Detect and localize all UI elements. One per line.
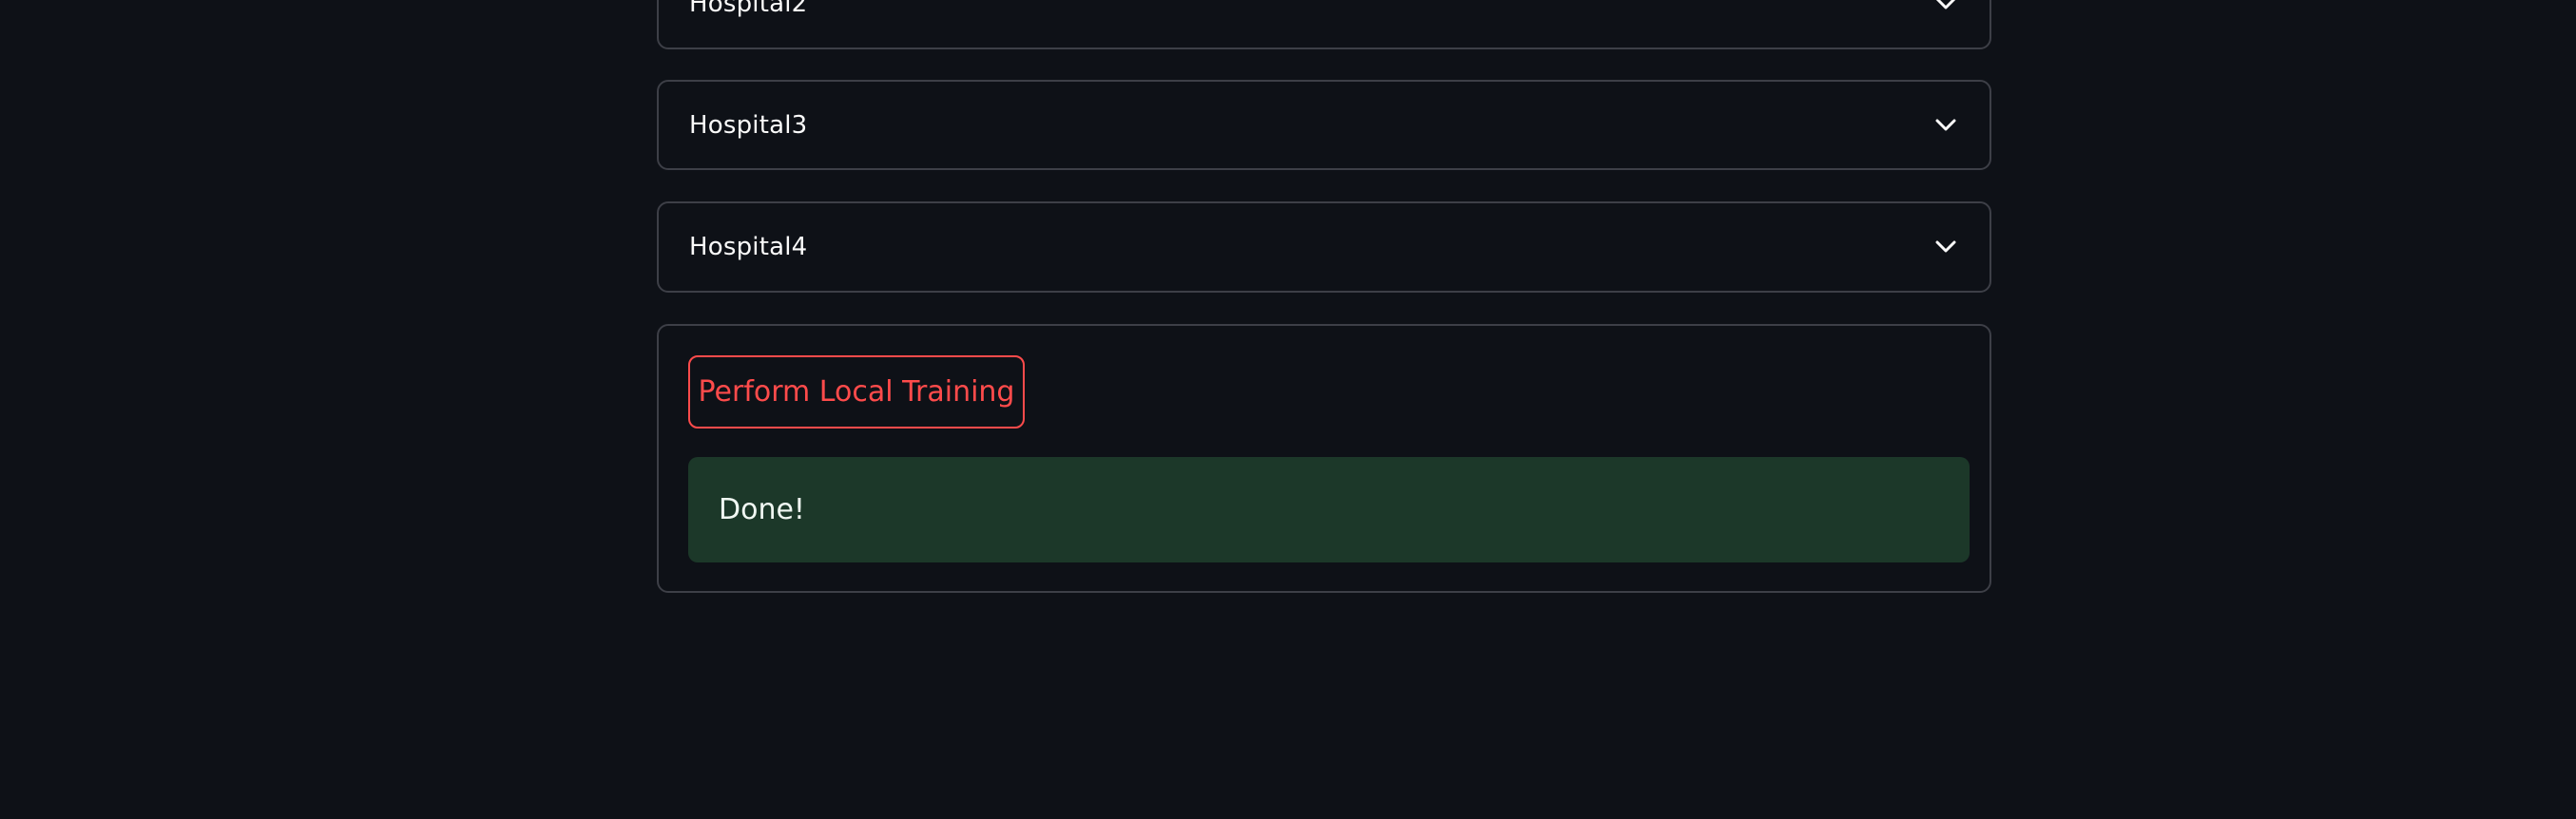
chevron-down-icon xyxy=(1934,0,1957,15)
training-container: Perform Local Training Done! xyxy=(657,324,1991,593)
expander-hospital4[interactable]: Hospital4 xyxy=(657,201,1991,293)
expander-label: Hospital3 xyxy=(689,110,808,140)
perform-local-training-button[interactable]: Perform Local Training xyxy=(688,355,1025,429)
success-alert: Done! xyxy=(688,457,1970,562)
status-message: Done! xyxy=(719,493,805,526)
expander-hospital2[interactable]: Hospital2 xyxy=(657,0,1991,49)
expander-label: Hospital4 xyxy=(689,233,808,261)
expander-hospital3[interactable]: Hospital3 xyxy=(657,80,1991,170)
chevron-down-icon xyxy=(1934,114,1957,137)
expander-label: Hospital2 xyxy=(689,0,808,18)
main-page: Hospital2 Hospital3 Hospital4 Perform Lo… xyxy=(0,0,2576,819)
chevron-down-icon xyxy=(1934,236,1957,258)
